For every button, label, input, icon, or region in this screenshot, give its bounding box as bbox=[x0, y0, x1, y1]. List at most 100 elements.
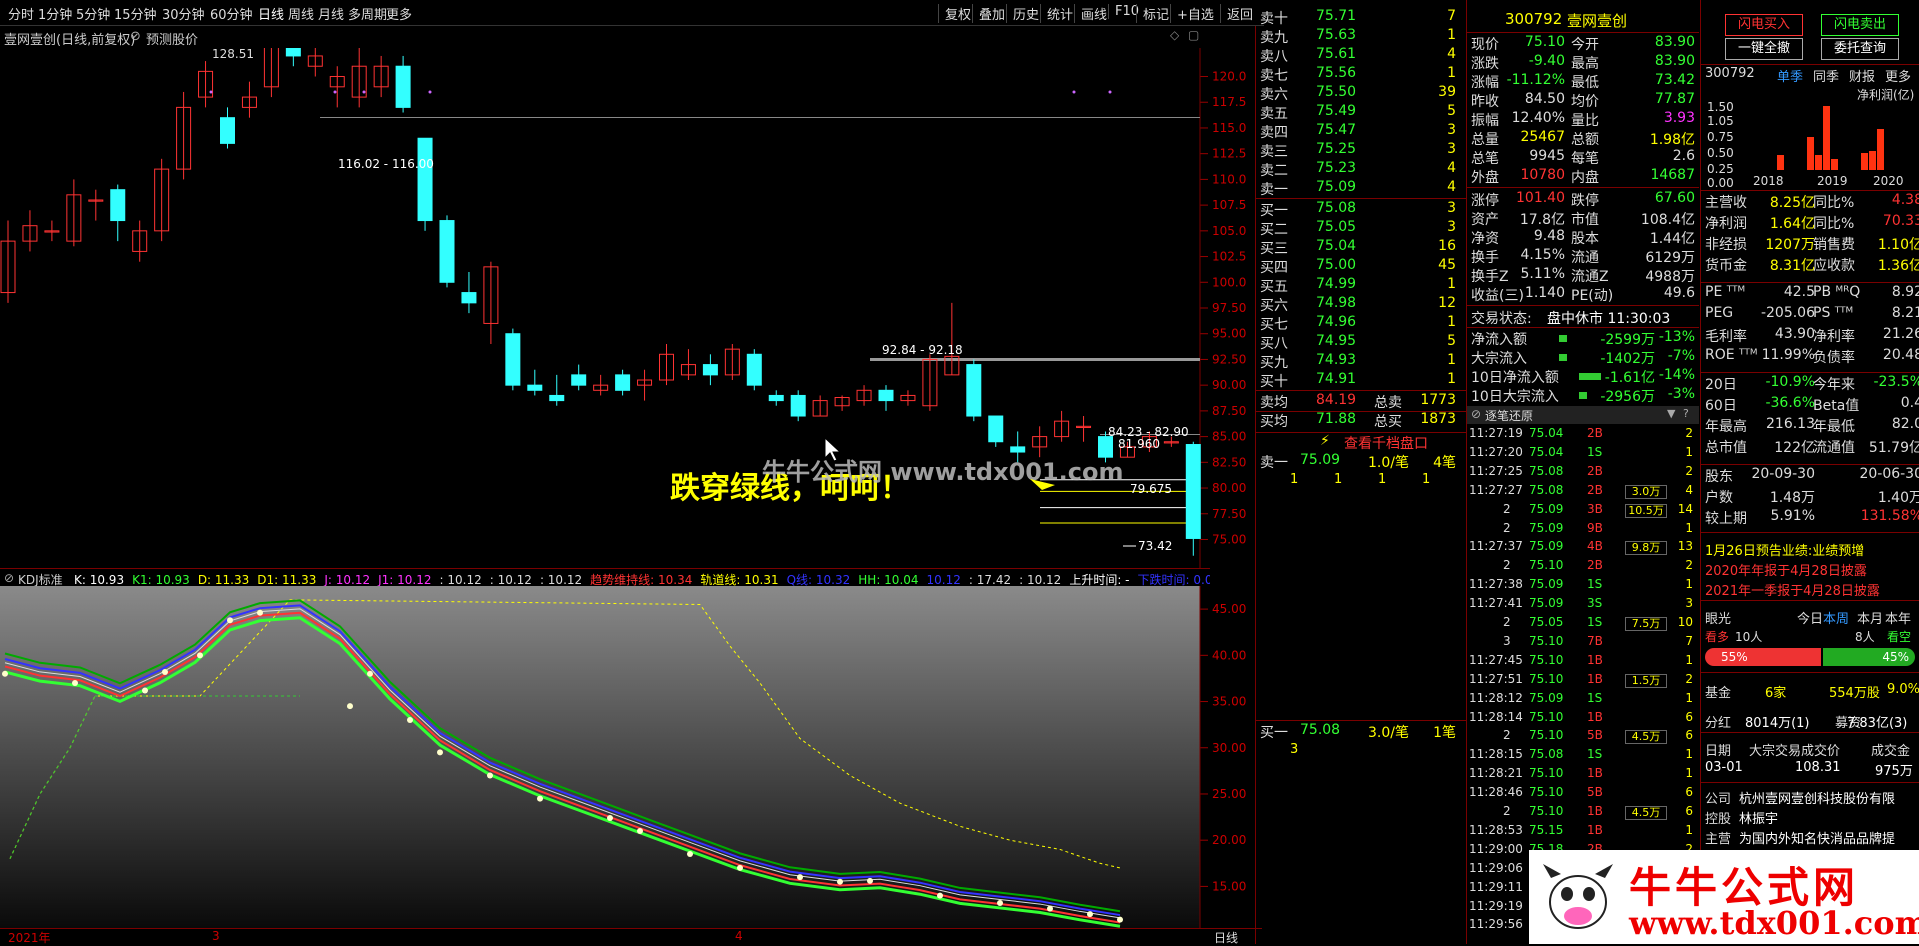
help-icon[interactable]: ? bbox=[1683, 407, 1689, 420]
kdj-toggle-icon[interactable]: ⊘ bbox=[4, 571, 14, 585]
sell-level-row[interactable]: 卖九 75.63 1 bbox=[1256, 27, 1466, 46]
toolbar-button[interactable]: F10 bbox=[1108, 4, 1139, 19]
sell-level-row[interactable]: 卖四 75.47 3 bbox=[1256, 122, 1466, 141]
toolbar-button[interactable]: 标记 bbox=[1136, 4, 1169, 23]
period-tab[interactable]: 15分钟 bbox=[114, 4, 157, 23]
candle-body[interactable] bbox=[702, 364, 718, 376]
candle-body[interactable] bbox=[110, 189, 126, 222]
candle-body[interactable] bbox=[527, 384, 543, 391]
sell-level-row[interactable]: 卖十 75.71 7 bbox=[1256, 8, 1466, 27]
tick-volume: 1B bbox=[1587, 766, 1603, 781]
candle-body[interactable] bbox=[549, 394, 565, 402]
candle-body[interactable] bbox=[505, 333, 521, 386]
chart-close-icon[interactable]: ▢ bbox=[1188, 28, 1199, 42]
candle-body[interactable] bbox=[768, 394, 784, 402]
candle-body[interactable] bbox=[417, 137, 433, 222]
toolbar-button[interactable]: 画线 bbox=[1074, 4, 1107, 23]
flash-buy-button[interactable]: 闪电买入 bbox=[1725, 14, 1803, 36]
tick-row: 11:27:20 75.04 1S 1 bbox=[1467, 445, 1699, 463]
toolbar-button[interactable]: +自选 bbox=[1170, 4, 1214, 23]
filter-icon[interactable]: ▼ bbox=[1667, 407, 1675, 420]
candle-body[interactable] bbox=[220, 117, 235, 144]
news-item[interactable]: 1月26日预告业绩:业绩预增 bbox=[1705, 540, 1864, 559]
buy-level-row[interactable]: 买三 75.04 16 bbox=[1256, 238, 1466, 257]
x-axis-mode[interactable]: 日线 bbox=[1214, 929, 1238, 946]
quote-key: 每笔 bbox=[1571, 151, 1599, 167]
candle-body[interactable] bbox=[439, 220, 455, 283]
candle-body[interactable] bbox=[285, 48, 301, 57]
candle-body[interactable] bbox=[461, 292, 477, 304]
buy-level-row[interactable]: 买十 74.91 1 bbox=[1256, 371, 1466, 390]
buy-level-row[interactable]: 买六 74.98 12 bbox=[1256, 295, 1466, 314]
order-book: 卖十 75.71 7 卖九 75.63 1 卖八 75.61 4 卖七 75.56 1 卖六 75.50 3… bbox=[1256, 8, 1466, 944]
f10-tab[interactable]: 更多 bbox=[1885, 66, 1911, 85]
sell-level-price: 75.49 bbox=[1316, 103, 1357, 119]
buy-level-row[interactable]: 买九 74.93 1 bbox=[1256, 352, 1466, 371]
candle-body[interactable] bbox=[746, 353, 762, 386]
period-tab[interactable]: 更多 bbox=[386, 4, 412, 23]
buy-level-row[interactable]: 买八 74.95 5 bbox=[1256, 333, 1466, 352]
period-tab[interactable]: 60分钟 bbox=[210, 4, 253, 23]
sell-level-row[interactable]: 卖五 75.49 5 bbox=[1256, 103, 1466, 122]
period-tab[interactable]: 5分钟 bbox=[76, 4, 110, 23]
period-tab[interactable]: 周线 bbox=[288, 4, 314, 23]
order-query-button[interactable]: 委托查询 bbox=[1821, 38, 1899, 60]
toolbar-button[interactable]: 叠加 bbox=[972, 4, 1005, 23]
buy-level-row[interactable]: 买五 74.99 1 bbox=[1256, 276, 1466, 295]
candle-body[interactable] bbox=[988, 415, 1004, 443]
buy-level-row[interactable]: 买七 74.96 1 bbox=[1256, 314, 1466, 333]
candlestick-chart[interactable]: 120.0 117.5 115.0 112.5 110.0 107.5 105.0 102.5… bbox=[0, 48, 1262, 568]
fund-key: 主营收 bbox=[1705, 195, 1747, 211]
period-tab[interactable]: 1分钟 bbox=[38, 4, 72, 23]
bull-percent-bar[interactable]: 55% bbox=[1705, 648, 1821, 666]
candle-body[interactable] bbox=[966, 364, 982, 417]
toolbar-button[interactable]: 统计 bbox=[1040, 4, 1073, 23]
candle-body[interactable] bbox=[1010, 446, 1026, 453]
period-tab[interactable]: 日线 bbox=[258, 4, 284, 23]
f10-tab[interactable]: 财报 bbox=[1849, 66, 1875, 85]
tick-toggle-icon[interactable]: ⊘ bbox=[1471, 407, 1481, 421]
sell-level-row[interactable]: 卖二 75.23 4 bbox=[1256, 160, 1466, 179]
news-item[interactable]: 2021年一季报于4月28日披露 bbox=[1705, 580, 1880, 599]
predict-price-button[interactable]: 预测股价 bbox=[146, 29, 198, 48]
f10-tab[interactable]: 单季 bbox=[1777, 66, 1803, 85]
view-depth-text[interactable]: 查看千档盘口 bbox=[1344, 433, 1428, 453]
f10-tab[interactable]: 同季 bbox=[1813, 66, 1839, 85]
toolbar-button[interactable]: 返回 bbox=[1220, 4, 1253, 23]
bear-percent-bar[interactable]: 45% bbox=[1823, 648, 1915, 666]
sell-level-row[interactable]: 卖一 75.09 4 bbox=[1256, 179, 1466, 198]
eye-tab[interactable]: 本月 bbox=[1857, 608, 1883, 627]
kdj-indicator-chart[interactable]: 45.00 40.00 35.00 30.00 25.00 20.00 15.00 bbox=[0, 586, 1262, 928]
period-tab[interactable]: 月线 bbox=[318, 4, 344, 23]
tick-price: 75.10 bbox=[1529, 728, 1564, 743]
kdj-value: 下跌时间: 0.00 bbox=[1137, 573, 1210, 586]
candle-body[interactable] bbox=[395, 65, 411, 108]
eye-tab[interactable]: 本周 bbox=[1823, 608, 1849, 627]
sell-level-row[interactable]: 卖六 75.50 39 bbox=[1256, 84, 1466, 103]
chart-diamond-icon[interactable]: ◇ bbox=[1170, 28, 1179, 42]
toolbar-button[interactable]: 历史 bbox=[1006, 4, 1039, 23]
candle-body[interactable] bbox=[571, 374, 587, 386]
eye-tab[interactable]: 今日 bbox=[1797, 608, 1823, 627]
predict-toggle-icon[interactable]: ⊘ bbox=[130, 29, 141, 44]
sell-level-row[interactable]: 卖七 75.56 1 bbox=[1256, 65, 1466, 84]
eye-tab[interactable]: 本年 bbox=[1885, 608, 1911, 627]
candle-body[interactable] bbox=[878, 389, 894, 402]
candle-body[interactable] bbox=[1098, 436, 1113, 458]
buy-level-row[interactable]: 买四 75.00 45 bbox=[1256, 257, 1466, 276]
period-tab[interactable]: 分时 bbox=[8, 4, 34, 23]
news-item[interactable]: 2020年年报于4月28日披露 bbox=[1705, 560, 1867, 579]
buy-level-row[interactable]: 买一 75.08 3 bbox=[1256, 200, 1466, 219]
period-tab[interactable]: 多周期 bbox=[348, 4, 387, 23]
period-tab[interactable]: 30分钟 bbox=[162, 4, 205, 23]
candle-body[interactable] bbox=[615, 374, 631, 391]
cancel-all-button[interactable]: 一键全撤 bbox=[1725, 38, 1803, 60]
buy-level-row[interactable]: 买二 75.05 3 bbox=[1256, 219, 1466, 238]
flash-sell-button[interactable]: 闪电卖出 bbox=[1821, 14, 1899, 36]
sell-level-row[interactable]: 卖三 75.25 3 bbox=[1256, 141, 1466, 160]
toolbar-button[interactable]: 复权 bbox=[938, 4, 971, 23]
candle-body[interactable] bbox=[1185, 444, 1201, 539]
sell-level-row[interactable]: 卖八 75.61 4 bbox=[1256, 46, 1466, 65]
candle-body[interactable] bbox=[790, 394, 806, 417]
view-depth-link[interactable]: 查看千档盘口 ⚡ bbox=[1256, 433, 1466, 452]
